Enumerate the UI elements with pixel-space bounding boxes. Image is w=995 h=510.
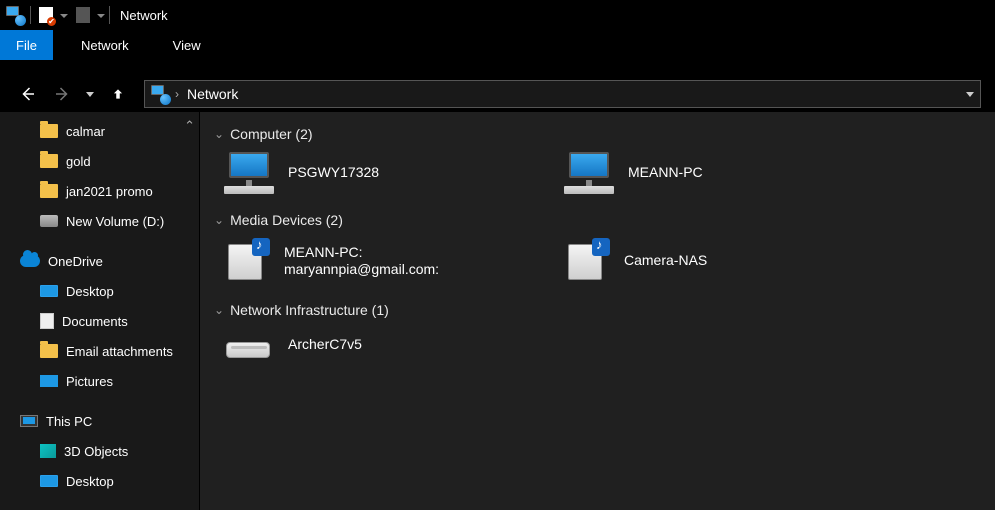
undo-icon	[72, 4, 94, 26]
network-icon	[151, 85, 169, 103]
separator	[30, 6, 31, 24]
network-item[interactable]: ArcherC7v5	[224, 328, 524, 362]
network-item[interactable]: MEANN-PC:maryannpia@gmail.com:	[224, 238, 524, 284]
tree-item[interactable]: Pictures	[0, 366, 199, 396]
properties-icon[interactable]: ✔	[35, 4, 57, 26]
network-item[interactable]: Camera-NAS	[564, 238, 864, 284]
navigation-bar: › Network	[0, 76, 995, 112]
item-row: MEANN-PC:maryannpia@gmail.com: Camera-NAS	[200, 234, 987, 298]
tree-item[interactable]: New Volume (D:)	[0, 206, 199, 236]
up-button[interactable]	[104, 79, 132, 109]
tree-item[interactable]: Documents	[0, 306, 199, 336]
router-icon	[224, 328, 274, 362]
group-title: Network Infrastructure (1)	[230, 302, 389, 318]
tree-item[interactable]: Desktop	[0, 276, 199, 306]
tree-item[interactable]: Email attachments	[0, 336, 199, 366]
navigation-pane[interactable]: calmar gold jan2021 promo New Volume (D:) On…	[0, 112, 200, 510]
tree-item-onedrive[interactable]: OneDrive	[0, 246, 199, 276]
item-row: ArcherC7v5	[200, 324, 987, 376]
tab-view[interactable]: View	[157, 30, 217, 60]
item-label: ArcherC7v5	[288, 336, 362, 354]
group-header[interactable]: ⌄ Network Infrastructure (1)	[200, 298, 987, 324]
media-device-icon	[224, 238, 270, 284]
computer-icon	[224, 152, 274, 194]
item-label: Camera-NAS	[624, 252, 707, 270]
scroll-up-icon[interactable]: ⌃	[184, 118, 195, 134]
file-tab[interactable]: File	[0, 30, 53, 60]
window-title: Network	[120, 8, 168, 23]
group-header[interactable]: ⌄ Media Devices (2)	[200, 208, 987, 234]
qat-customize-icon[interactable]	[97, 14, 105, 18]
group-title: Media Devices (2)	[230, 212, 343, 228]
title-bar: ✔ Network	[0, 0, 995, 30]
tree-item[interactable]: gold	[0, 146, 199, 176]
forward-button[interactable]	[48, 79, 76, 109]
tree-item-label: Desktop	[66, 474, 114, 489]
tree-item-label: New Volume (D:)	[66, 214, 164, 229]
group-header[interactable]: ⌄ Computer (2)	[200, 122, 987, 148]
back-button[interactable]	[14, 79, 42, 109]
tree-item-label: Pictures	[66, 374, 113, 389]
tree-item-label: OneDrive	[48, 254, 103, 269]
tree-item-label: gold	[66, 154, 91, 169]
tab-network[interactable]: Network	[65, 30, 145, 60]
tree-item[interactable]: calmar	[0, 116, 199, 146]
computer-icon	[564, 152, 614, 194]
separator	[109, 6, 110, 24]
content-pane[interactable]: ⌄ Computer (2) PSGWY17328 MEANN-PC ⌄ Media De…	[200, 112, 995, 510]
quick-access-toolbar: ✔	[4, 4, 105, 26]
tree-item-label: calmar	[66, 124, 105, 139]
item-label: MEANN-PC	[628, 164, 703, 182]
address-history-dropdown[interactable]	[966, 92, 974, 97]
recent-locations-button[interactable]	[82, 79, 98, 109]
chevron-right-icon[interactable]: ›	[175, 87, 179, 101]
address-bar[interactable]: › Network	[144, 80, 981, 108]
ribbon-tabs: File Network View	[0, 30, 995, 60]
tree-item[interactable]: Desktop	[0, 466, 199, 496]
tree-item-label: 3D Objects	[64, 444, 128, 459]
network-item[interactable]: MEANN-PC	[564, 152, 864, 194]
breadcrumb[interactable]: Network	[187, 86, 238, 102]
group-title: Computer (2)	[230, 126, 312, 142]
network-item[interactable]: PSGWY17328	[224, 152, 524, 194]
tree-item-label: jan2021 promo	[66, 184, 153, 199]
tree-item[interactable]: jan2021 promo	[0, 176, 199, 206]
tree-item-label: Documents	[62, 314, 128, 329]
tree-item-label: Desktop	[66, 284, 114, 299]
chevron-down-icon: ⌄	[214, 213, 224, 227]
tree-item-label: This PC	[46, 414, 92, 429]
item-label: MEANN-PC:maryannpia@gmail.com:	[284, 244, 439, 279]
tree-item-thispc[interactable]: This PC	[0, 406, 199, 436]
tree-item[interactable]: 3D Objects	[0, 436, 199, 466]
chevron-down-icon: ⌄	[214, 303, 224, 317]
chevron-down-icon: ⌄	[214, 127, 224, 141]
media-device-icon	[564, 238, 610, 284]
item-row: PSGWY17328 MEANN-PC	[200, 148, 987, 208]
item-label: PSGWY17328	[288, 164, 379, 182]
network-icon[interactable]	[4, 4, 26, 26]
tree-item-label: Email attachments	[66, 344, 173, 359]
qat-dropdown-icon[interactable]	[60, 14, 68, 18]
